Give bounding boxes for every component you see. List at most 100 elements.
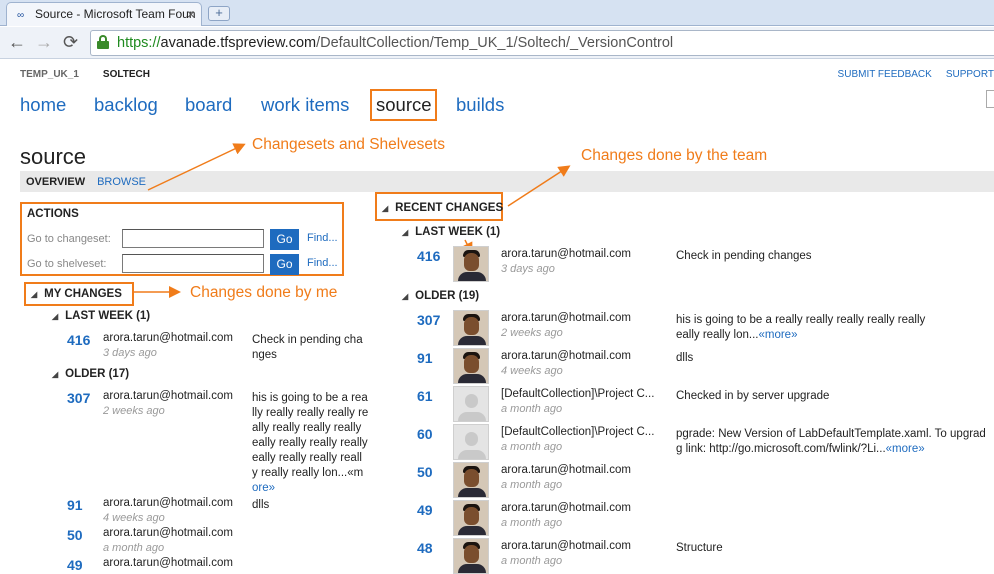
my-changes-title: MY CHANGES [44, 288, 122, 300]
tab-browse[interactable]: BROWSE [97, 176, 146, 188]
browser-tab[interactable]: ∞ Source - Microsoft Team Foun × [6, 2, 202, 26]
change-comment: his is going to be a really really reall… [252, 392, 369, 494]
changeset-id-link[interactable]: 416 [67, 332, 90, 348]
change-time: a month ago [103, 542, 165, 554]
avatar-torso [458, 374, 486, 383]
changeset-id-link[interactable]: 50 [67, 527, 83, 543]
change-comment: Checked in by server upgrade [676, 390, 830, 402]
avatar [453, 538, 489, 574]
reload-icon[interactable]: ⟳ [63, 32, 78, 52]
more-link[interactable]: ore» [252, 482, 275, 494]
avatar [453, 310, 489, 346]
change-time: 4 weeks ago [103, 512, 165, 524]
changeset-id-link[interactable]: 48 [417, 540, 433, 556]
nav-work-items[interactable]: work items [261, 94, 349, 116]
callout-me: Changes done by me [190, 284, 338, 301]
breadcrumb-project[interactable]: TEMP_UK_1 [20, 69, 79, 80]
changeset-id-link[interactable]: 49 [67, 557, 83, 573]
nav-board[interactable]: board [185, 94, 232, 116]
changeset-go-button[interactable]: Go [270, 229, 299, 250]
avatar-head [465, 432, 478, 446]
change-time: 2 weeks ago [501, 327, 563, 339]
shelveset-go-button[interactable]: Go [270, 254, 299, 275]
submit-feedback-link[interactable]: SUBMIT FEEDBACK [838, 69, 932, 80]
back-arrow-icon[interactable]: ← [8, 32, 26, 52]
avatar-head [465, 394, 478, 408]
avatar-head [464, 355, 479, 373]
change-author: arora.tarun@hotmail.com [501, 248, 631, 260]
avatar [453, 500, 489, 536]
shelveset-row: Go to shelveset: Go Find... [27, 254, 338, 275]
avatar-head [464, 545, 479, 563]
change-time: a month ago [501, 403, 563, 415]
more-link[interactable]: «more» [886, 443, 925, 455]
collapse-triangle-icon: ◢ [402, 228, 409, 237]
my-older-header[interactable]: ◢ OLDER (17) [52, 368, 129, 380]
nav-builds[interactable]: builds [456, 94, 504, 116]
browser-tab-strip: ∞ Source - Microsoft Team Foun × + [0, 0, 994, 26]
changeset-label: Go to changeset: [27, 233, 111, 245]
change-comment: pgrade: New Version of LabDefaultTemplat… [676, 428, 986, 455]
changeset-id-link[interactable]: 416 [417, 248, 440, 264]
recent-changes-title: RECENT CHANGES [395, 202, 504, 214]
change-author: [DefaultCollection]\Project C... [501, 426, 655, 438]
new-tab-button[interactable]: + [208, 6, 230, 21]
tab-overview[interactable]: OVERVIEW [26, 176, 85, 188]
changeset-id-link[interactable]: 61 [417, 388, 433, 404]
search-box[interactable] [986, 90, 994, 108]
change-author: arora.tarun@hotmail.com [103, 557, 233, 569]
avatar-torso [458, 412, 486, 421]
avatar-torso [458, 272, 486, 281]
avatar-head [464, 253, 479, 271]
source-highlight-box [370, 89, 437, 121]
change-author: arora.tarun@hotmail.com [501, 502, 631, 514]
changeset-find-link[interactable]: Find... [307, 232, 338, 244]
change-author: arora.tarun@hotmail.com [103, 332, 233, 344]
shelveset-find-link[interactable]: Find... [307, 257, 338, 269]
collapse-triangle-icon: ◢ [31, 290, 38, 299]
change-time: a month ago [501, 479, 563, 491]
changeset-id-link[interactable]: 91 [417, 350, 433, 366]
changeset-id-link[interactable]: 49 [417, 502, 433, 518]
change-author: arora.tarun@hotmail.com [501, 464, 631, 476]
avatar [453, 424, 489, 460]
top-links: SUBMIT FEEDBACK SUPPORT [824, 69, 994, 80]
collapse-triangle-icon: ◢ [52, 370, 59, 379]
changeset-id-link[interactable]: 91 [67, 497, 83, 513]
my-last-week-header[interactable]: ◢ LAST WEEK (1) [52, 310, 150, 322]
shelveset-label: Go to shelveset: [27, 258, 107, 270]
changeset-id-link[interactable]: 60 [417, 426, 433, 442]
more-link[interactable]: «more» [758, 329, 797, 341]
changeset-id-link[interactable]: 50 [417, 464, 433, 480]
support-link[interactable]: SUPPORT [946, 69, 994, 80]
collapse-triangle-icon: ◢ [52, 312, 59, 321]
my-changes-header[interactable]: ◢ MY CHANGES [24, 282, 134, 306]
forward-arrow-icon[interactable]: → [35, 32, 53, 52]
breadcrumb-team[interactable]: SOLTECH [103, 69, 150, 80]
nav-backlog[interactable]: backlog [94, 94, 158, 116]
change-comment: Check in pending changes [676, 250, 812, 262]
url-host: avanade.tfspreview.com [160, 35, 317, 51]
page-title: source [20, 144, 87, 169]
actions-panel: ACTIONS Go to changeset: Go Find... Go t… [20, 202, 344, 276]
change-comment: his is going to be a really really reall… [676, 314, 926, 341]
change-author: arora.tarun@hotmail.com [501, 312, 631, 324]
avatar [453, 462, 489, 498]
change-time: 3 days ago [501, 263, 555, 275]
close-tab-icon[interactable]: × [187, 6, 195, 22]
callout-team: Changes done by the team [581, 147, 768, 164]
recent-changes-header[interactable]: ◢ RECENT CHANGES [375, 192, 503, 221]
changeset-row: Go to changeset: Go Find... [27, 229, 338, 250]
recent-older-header[interactable]: ◢ OLDER (19) [402, 290, 479, 302]
callout-shelvesets: Changesets and Shelvesets [252, 136, 446, 153]
shelveset-input[interactable] [122, 254, 264, 273]
address-bar[interactable]: https://avanade.tfspreview.com/DefaultCo… [90, 30, 994, 56]
avatar-torso [458, 336, 486, 345]
avatar [453, 246, 489, 282]
changeset-id-link[interactable]: 307 [67, 390, 90, 406]
recent-last-week-header[interactable]: ◢ LAST WEEK (1) [402, 226, 500, 238]
collapse-triangle-icon: ◢ [382, 204, 389, 213]
changeset-input[interactable] [122, 229, 264, 248]
nav-home[interactable]: home [20, 94, 66, 116]
changeset-id-link[interactable]: 307 [417, 312, 440, 328]
